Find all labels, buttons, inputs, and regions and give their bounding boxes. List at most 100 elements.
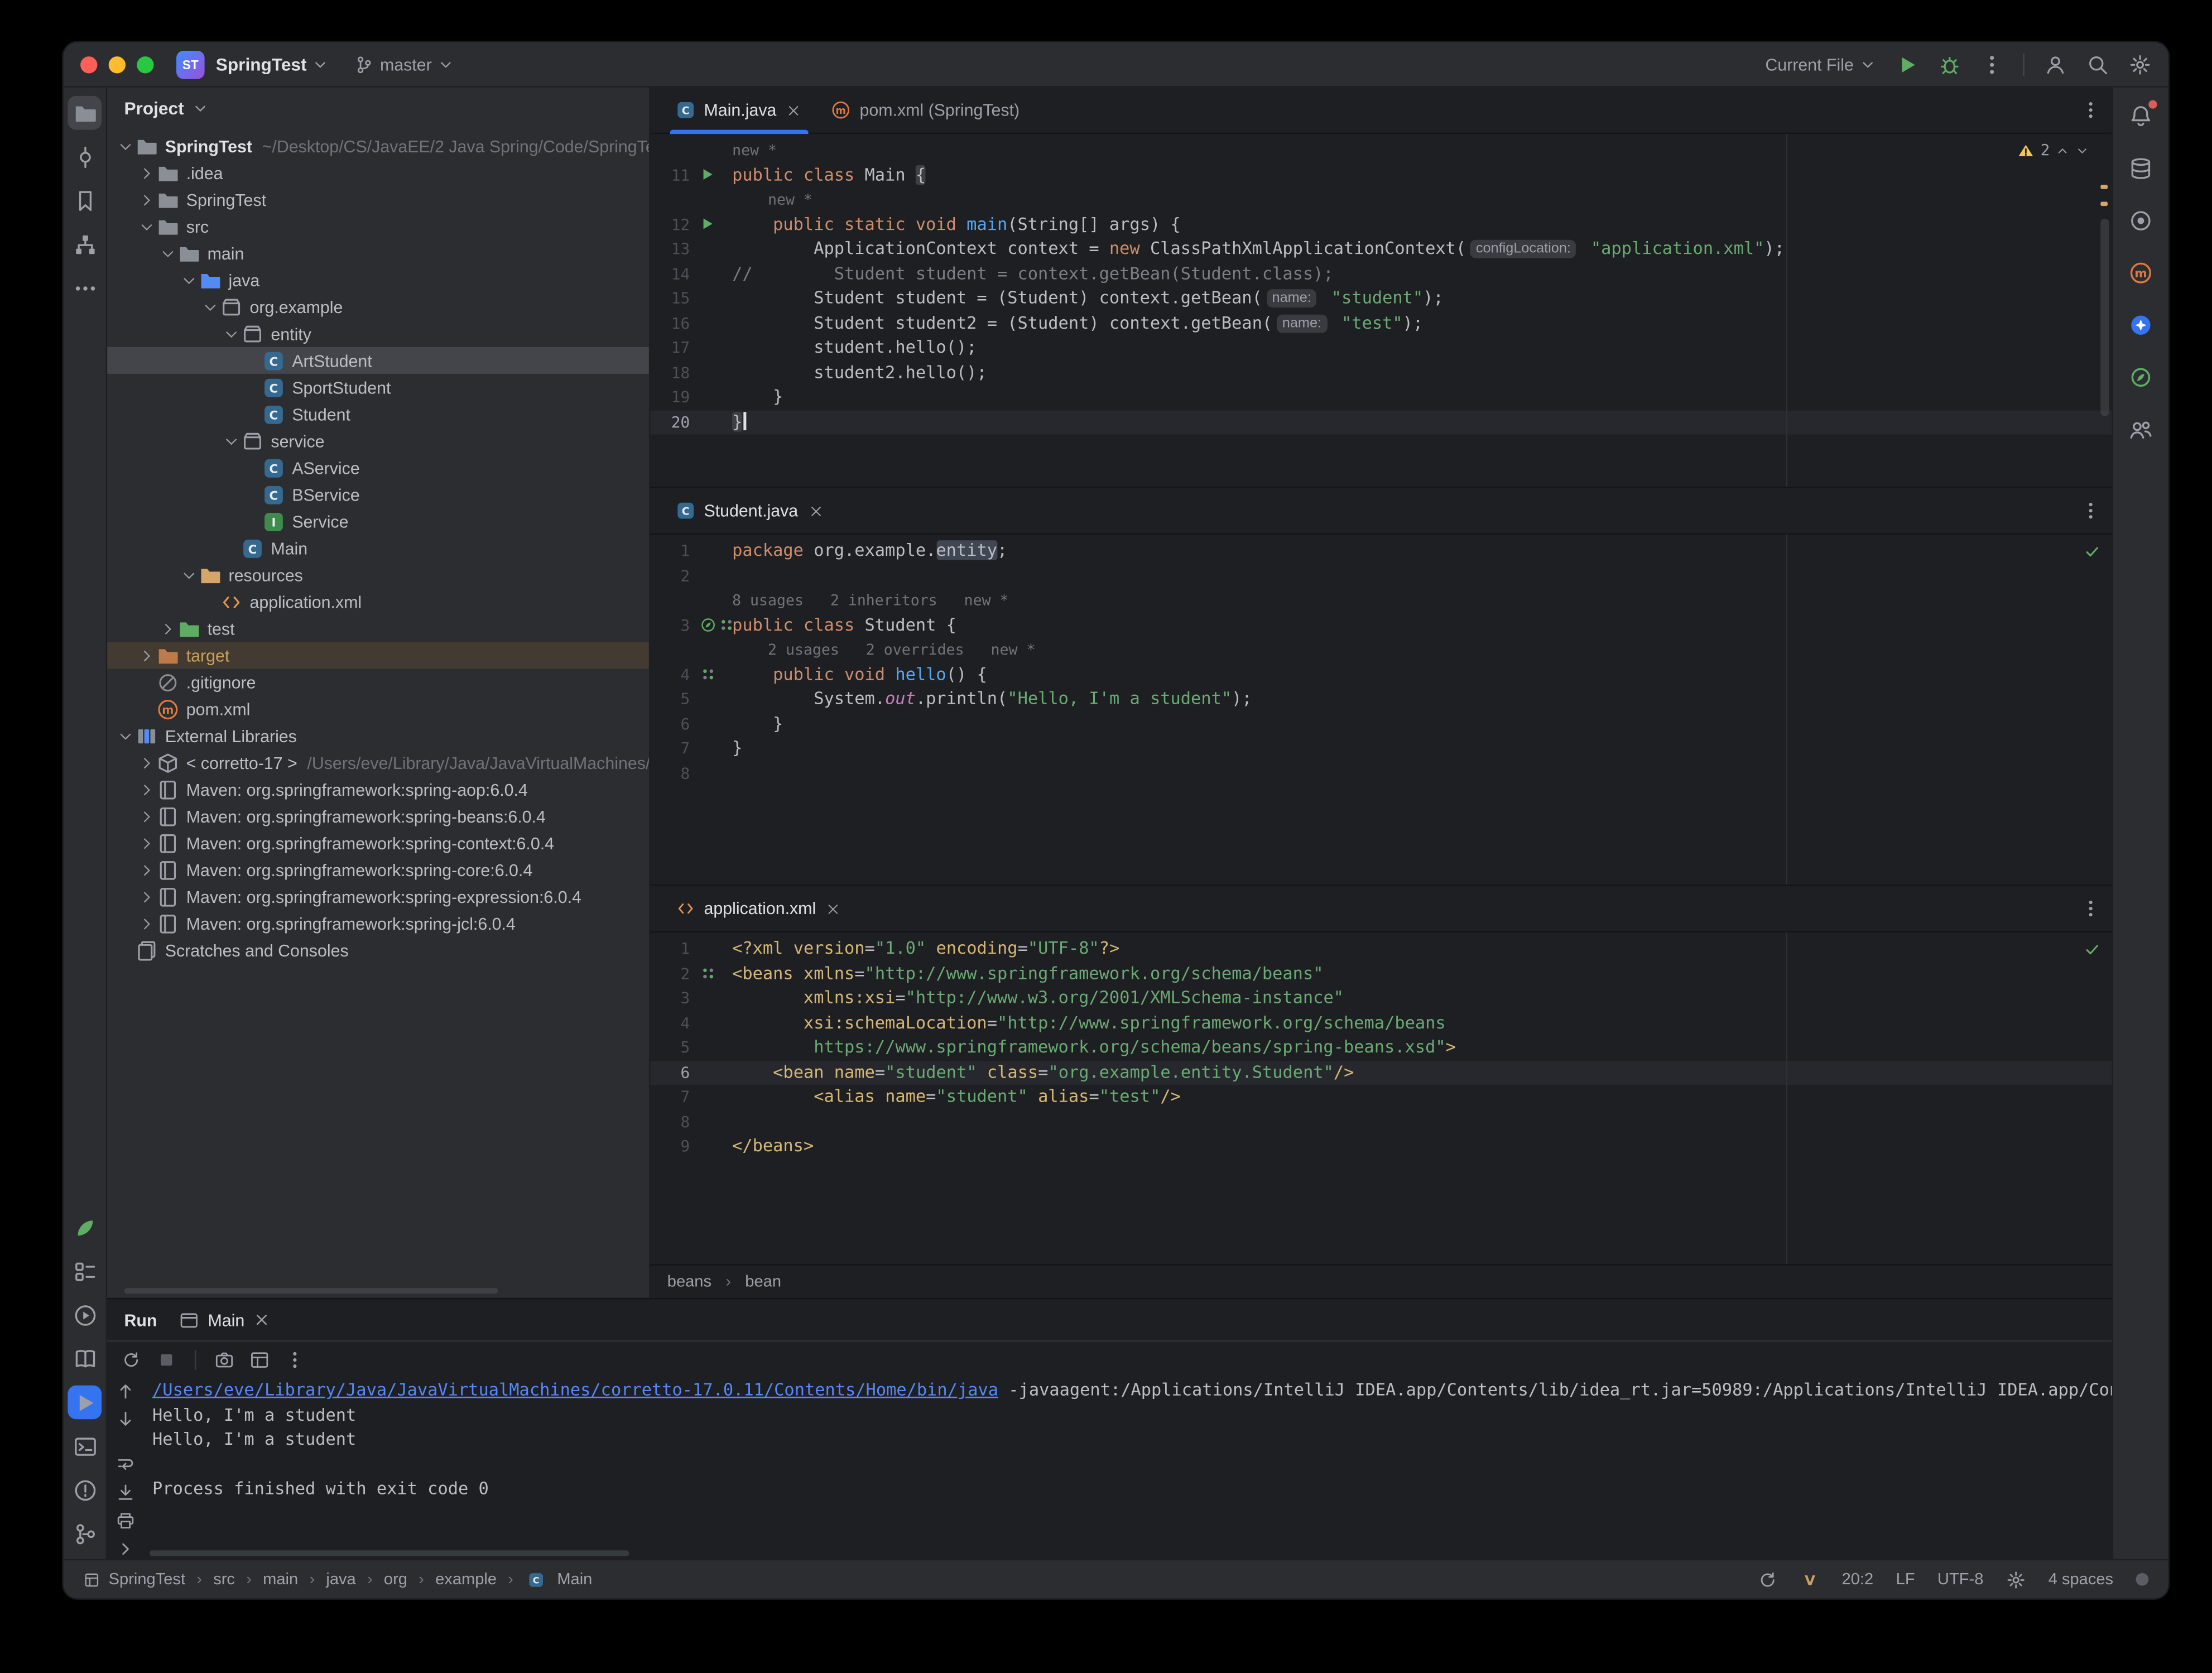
breadcrumb-item[interactable]: bean (745, 1273, 781, 1290)
chevron-down-icon[interactable] (137, 217, 156, 236)
structure-tool-button[interactable] (68, 227, 102, 261)
chevron-down-icon[interactable] (116, 136, 135, 156)
search-everywhere-button[interactable] (2086, 53, 2109, 75)
chevron-down-icon[interactable] (158, 243, 177, 263)
chevron-right-icon[interactable] (137, 887, 156, 906)
status-breadcrumb-item[interactable]: src (213, 1571, 235, 1588)
spring-bean-icon[interactable] (700, 617, 717, 633)
run-configuration-widget[interactable]: Current File (1765, 54, 1876, 74)
maven-tool-button[interactable]: m (2124, 256, 2158, 290)
chevron-down-icon[interactable] (222, 431, 241, 450)
tree-item-idea[interactable]: .idea (107, 160, 649, 186)
chevron-down-icon[interactable] (116, 726, 135, 746)
tab-application-xml[interactable]: application.xml (662, 885, 857, 931)
editor-body[interactable]: new * 11 public class Main { new * 12 publi… (650, 134, 2112, 487)
status-breadcrumb-item[interactable]: java (326, 1571, 355, 1588)
tree-item-application-xml[interactable]: application.xml (107, 588, 649, 615)
tree-item-maven-org-springframework-spring-expression-6-0-4[interactable]: Maven: org.springframework:spring-expres… (107, 883, 649, 910)
inspections-widget[interactable]: 2 (2018, 141, 2089, 160)
run-tool-button[interactable] (68, 1385, 102, 1420)
debug-button[interactable] (1939, 53, 1961, 75)
chev-up-icon[interactable] (2055, 143, 2069, 157)
run-button[interactable] (1896, 53, 1918, 75)
print-button[interactable] (116, 1511, 135, 1531)
tree-item-service[interactable]: service (107, 427, 649, 454)
minimize-window-button[interactable] (108, 55, 126, 73)
restore-layout-button[interactable] (249, 1350, 269, 1369)
chevron-right-icon[interactable] (137, 860, 156, 879)
tree-item-maven-org-springframework-spring-context-6-0-4[interactable]: Maven: org.springframework:spring-contex… (107, 830, 649, 857)
close-window-button[interactable] (80, 55, 98, 73)
tree-item-resources[interactable]: resources (107, 561, 649, 588)
endpoints-tool-button[interactable] (2124, 203, 2158, 237)
status-breadcrumb-item[interactable]: SpringTest (109, 1571, 185, 1588)
sync-status-icon[interactable] (1757, 1570, 1777, 1589)
tree-item-target[interactable]: target (107, 642, 649, 669)
chevron-right-icon[interactable] (137, 163, 156, 182)
scroll-to-end-button[interactable] (116, 1483, 135, 1502)
more-tool-windows-button[interactable] (68, 271, 102, 305)
ai-assistant-tool-button[interactable] (2124, 307, 2158, 342)
settings-button[interactable] (2129, 53, 2151, 75)
run-icon[interactable] (700, 167, 717, 184)
soft-wrap-button[interactable] (116, 1454, 135, 1474)
tree-item-external-libraries[interactable]: External Libraries (107, 722, 649, 749)
background-tasks-dot[interactable] (2136, 1573, 2149, 1586)
console-options-button[interactable] (285, 1350, 305, 1369)
tree-item-scratches-and-consoles[interactable]: Scratches and Consoles (107, 937, 649, 964)
chevron-right-icon[interactable] (137, 753, 156, 772)
rerun-button[interactable] (121, 1350, 141, 1369)
tree-item-entity[interactable]: entity (107, 320, 649, 347)
screenshot-button[interactable] (214, 1350, 234, 1369)
chevron-right-icon[interactable] (137, 646, 156, 665)
editor-options-icon[interactable] (2081, 100, 2100, 119)
tree-item-service[interactable]: I Service (107, 508, 649, 535)
tree-item-src[interactable]: src (107, 213, 649, 240)
editor-options-icon[interactable] (2081, 501, 2100, 520)
editor-body[interactable]: 1 <?xml version="1.0" encoding="UTF-8"?> 2… (650, 932, 2112, 1265)
notifications-button[interactable] (2124, 99, 2158, 133)
close-icon[interactable] (785, 101, 804, 119)
tree-item-student[interactable]: C Student (107, 401, 649, 427)
inspections-ok-widget[interactable] (2084, 941, 2100, 962)
status-breadcrumb-item[interactable]: main (263, 1571, 298, 1588)
spring-beans-tool-button[interactable] (2124, 360, 2158, 394)
status-breadcrumb-item[interactable]: example (435, 1571, 497, 1588)
tree-item-bservice[interactable]: C BService (107, 481, 649, 508)
status-breadcrumb-item[interactable]: Main (557, 1571, 592, 1588)
encoding-widget[interactable]: UTF-8 (1937, 1571, 1983, 1588)
prev-occurrence-button[interactable] (116, 1381, 135, 1401)
chevron-right-icon[interactable] (137, 833, 156, 853)
chevron-right-icon[interactable] (137, 780, 156, 799)
line-separator-widget[interactable]: LF (1896, 1571, 1915, 1588)
chevron-right-icon[interactable] (137, 190, 156, 209)
status-breadcrumb-item[interactable]: org (384, 1571, 407, 1588)
next-occurrence-button[interactable] (116, 1410, 135, 1429)
indent-widget[interactable]: 4 spaces (2048, 1571, 2113, 1588)
tree-item-springtest[interactable]: SpringTest (107, 186, 649, 213)
tree-item-test[interactable]: test (107, 615, 649, 642)
tab-main-java[interactable]: C Main.java (662, 86, 818, 133)
bookmarks-tool-button[interactable] (68, 184, 102, 218)
chevron-right-icon[interactable] (137, 914, 156, 933)
editor-body[interactable]: 1 package org.example.entity; 2 8 usages 2 … (650, 535, 2112, 885)
chevron-right-icon[interactable] (137, 806, 156, 826)
tree-item-pom-xml[interactable]: m pom.xml (107, 695, 649, 722)
chevron-down-icon[interactable] (222, 324, 241, 343)
commit-tool-button[interactable] (68, 140, 102, 174)
editor-options-icon[interactable] (2081, 898, 2100, 918)
chevron-down-icon[interactable] (179, 565, 199, 585)
tree-item-maven-org-springframework-spring-beans-6-0-4[interactable]: Maven: org.springframework:spring-beans:… (107, 802, 649, 829)
stop-button[interactable] (157, 1350, 176, 1369)
spring-config-icon[interactable] (700, 965, 717, 982)
tree-item-maven-org-springframework-spring-core-6-0-4[interactable]: Maven: org.springframework:spring-core:6… (107, 857, 649, 883)
more-actions-button[interactable] (1980, 53, 2003, 75)
tree-item-aservice[interactable]: C AService (107, 454, 649, 481)
project-widget[interactable]: SpringTest (216, 54, 329, 74)
chevron-right-icon[interactable] (158, 619, 177, 638)
database-tool-button[interactable] (2124, 151, 2158, 185)
tree-item-sportstudent[interactable]: C SportStudent (107, 374, 649, 401)
tree-item-springtest[interactable]: SpringTest ~/Desktop/CS/JavaEE/2 Java Spr… (107, 133, 649, 160)
indent-settings-icon[interactable] (2006, 1570, 2026, 1589)
tree-item-main[interactable]: C Main (107, 535, 649, 561)
